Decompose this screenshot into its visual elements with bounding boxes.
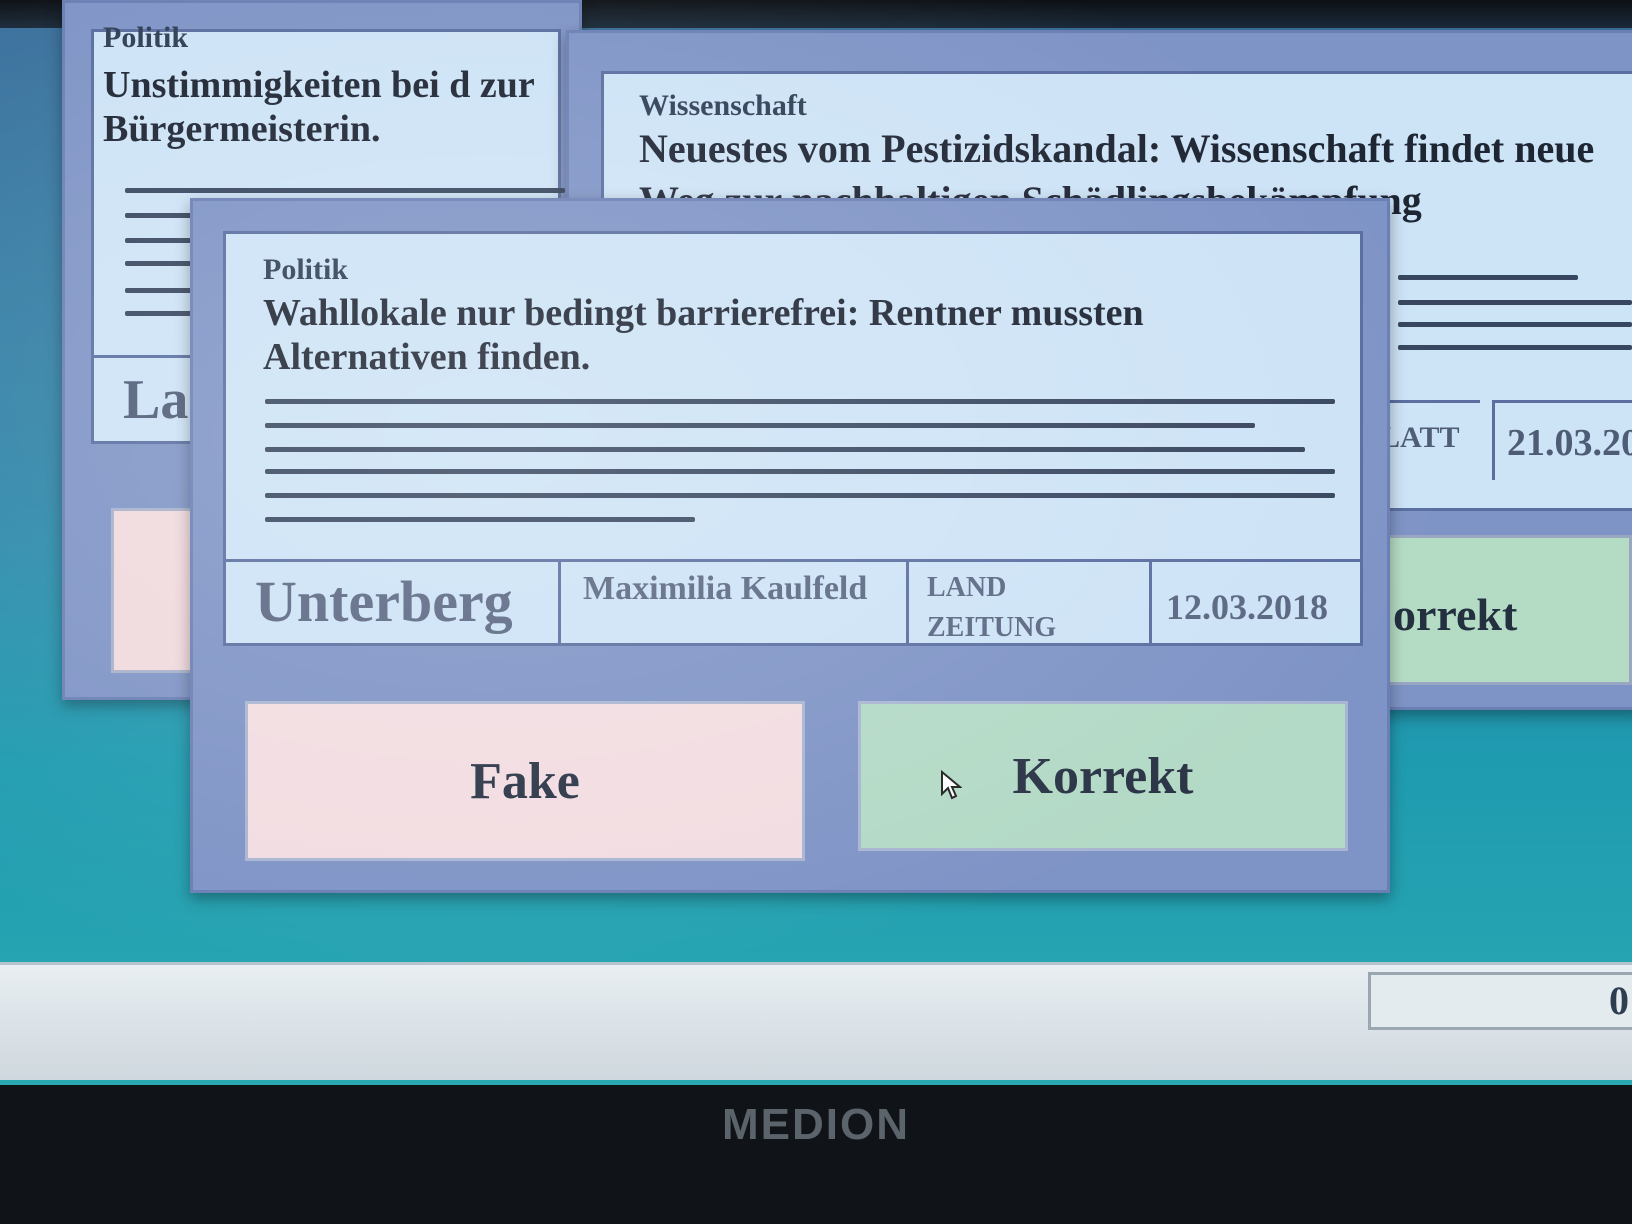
back-left-headline-text: Unstimmigkeiten bei d zur Bürgermeisteri… <box>103 64 535 150</box>
back-left-body-line <box>125 188 565 193</box>
back-right-category: Wissenschaft <box>639 89 807 122</box>
front-body-line <box>265 423 1255 428</box>
front-news-card: Politik Wahllokale nur bedingt barrieref… <box>190 198 1390 893</box>
front-body-line <box>265 493 1335 498</box>
back-right-body-line <box>1398 300 1632 305</box>
back-right-source: LATT <box>1380 400 1480 480</box>
front-category: Politik <box>263 253 349 286</box>
back-left-headline: Unstimmigkeiten bei d zur Bürgermeisteri… <box>103 63 558 151</box>
front-place: Unterberg <box>223 562 561 646</box>
back-right-body-line <box>1398 322 1632 327</box>
screen: Politik Unstimmigkeiten bei d zur Bürger… <box>0 0 1632 1085</box>
back-right-date: 21.03.20 <box>1492 400 1632 480</box>
score-display: 0 <box>1368 972 1632 1030</box>
back-right-body-line <box>1398 345 1632 350</box>
monitor-brand-logo: MEDION <box>722 1100 910 1149</box>
front-source-line2: ZEITUNG <box>927 612 1057 643</box>
front-body-line <box>265 469 1335 474</box>
front-date: 12.03.2018 <box>1166 587 1328 627</box>
front-body-line <box>265 447 1305 452</box>
front-source-line1: LAND <box>927 572 1007 603</box>
korrekt-button[interactable]: Korrekt <box>858 701 1348 851</box>
mouse-cursor-icon <box>941 770 962 800</box>
back-left-category: Politik <box>103 21 189 54</box>
front-source: LAND ZEITUNG <box>909 562 1152 646</box>
front-body-line <box>265 399 1335 404</box>
front-meta-row: Unterberg Maximilia Kaulfeld LAND ZEITUN… <box>223 559 1363 646</box>
front-author: Maximilia Kaulfeld <box>561 562 909 646</box>
front-headline: Wahllokale nur bedingt barrierefrei: Ren… <box>263 292 1144 378</box>
back-right-body-line <box>1398 275 1578 280</box>
front-body-line <box>265 517 695 522</box>
fake-button[interactable]: Fake <box>245 701 805 861</box>
back-right-korrekt-button[interactable]: orrekt <box>1380 535 1632 685</box>
